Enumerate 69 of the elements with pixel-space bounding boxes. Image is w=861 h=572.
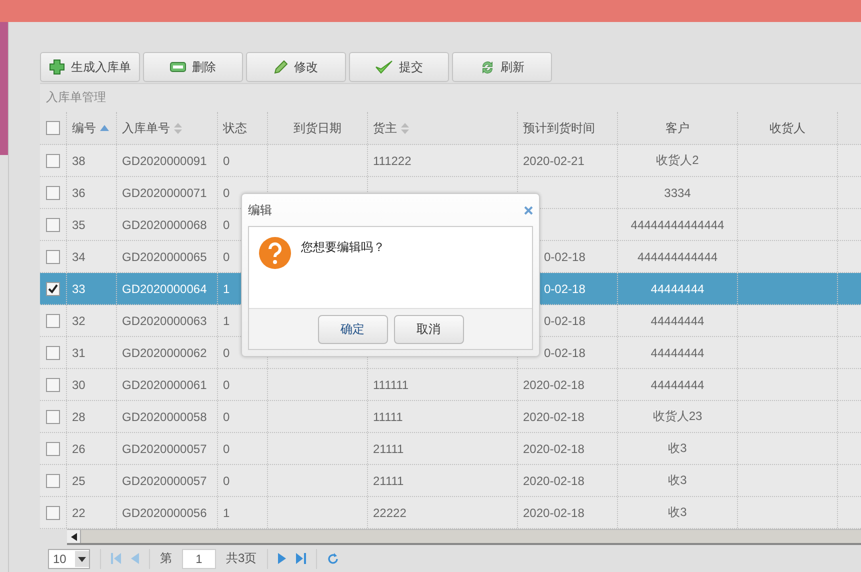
page-total: 共3页 [226,550,257,568]
table-cell: 21111 [373,442,404,456]
table-cell: 1 [223,314,230,328]
table-cell: 111222 [373,154,412,168]
table-cell: 444444444444 [637,250,718,264]
table-cell: 收3 [668,440,687,458]
table-cell: 25 [72,474,86,488]
table-cell: 2020-02-18 [523,442,584,456]
table-cell: 33 [72,282,86,296]
table-cell: GD2020000057 [122,442,207,456]
table-cell: 2020-02-18 [523,506,584,520]
table-cell: 0 [223,474,230,488]
table-cell: GD2020000057 [122,474,207,488]
table-cell: 22222 [373,506,406,520]
table-cell: GD2020000058 [122,410,207,424]
table-cell: 2020-02-18 [523,410,584,424]
table-cell: 0 [223,410,230,424]
table-cell: 44444444444444 [630,218,724,232]
table-cell: 收货人23 [652,408,702,426]
table-cell: GD2020000091 [122,154,207,168]
table-cell: 31 [72,346,86,360]
table-cell: 44444444 [650,314,704,328]
table-cell: 0 [223,442,230,456]
table-cell: 32 [72,314,86,328]
table-cell: 0 [223,378,230,392]
table-cell: 0 [223,186,230,200]
table-cell: GD2020000056 [122,506,207,520]
table-cell: 34 [72,250,86,264]
panel-title: 入库单管理 [46,89,106,106]
table-cell: 36 [72,186,86,200]
table-cell: 收货人2 [656,152,699,170]
dialog-message: 您想要编辑吗？ [301,239,385,256]
table-cell: 38 [72,154,86,168]
table-cell: 22 [72,506,86,520]
table-cell: 0-02-18 [544,250,586,264]
table-cell: 1 [223,282,230,296]
table-cell: 44444444 [650,378,704,392]
table-cell: 26 [72,442,86,456]
table-cell: 0 [223,218,230,232]
table-cell: 35 [72,218,86,232]
table-cell: 11111 [373,410,403,424]
table-cell: 2020-02-18 [523,378,584,392]
table-cell: 111111 [373,378,409,392]
table-cell: 0 [223,346,230,360]
page-label: 第 [160,550,172,568]
table-cell: 2020-02-18 [523,474,584,488]
dialog-title: 编辑 [248,202,272,218]
table-cell: 0 [223,250,230,264]
table-cell: 44444444 [650,346,704,360]
table-cell: 2020-02-21 [523,154,584,168]
table-cell: 收3 [668,504,687,522]
table-cell: 3334 [664,186,691,200]
table-cell: GD2020000068 [122,218,207,232]
table-cell: 收3 [668,472,687,490]
table-cell: 28 [72,410,86,424]
table-cell: GD2020000064 [122,282,207,296]
table-cell: GD2020000061 [122,378,207,392]
table-cell: 44444444 [650,282,704,296]
table-cell: 0-02-18 [544,314,586,328]
table-cell: 0 [223,154,230,168]
table-cell: 0-02-18 [544,346,586,360]
table-cell: 21111 [373,474,404,488]
table-cell: 1 [223,506,230,520]
table-cell: GD2020000065 [122,250,207,264]
table-cell: 30 [72,378,86,392]
table-cell: GD2020000071 [122,186,207,200]
table-cell: GD2020000062 [122,346,207,360]
table-cell: GD2020000063 [122,314,207,328]
table-cell: 0-02-18 [544,282,586,296]
